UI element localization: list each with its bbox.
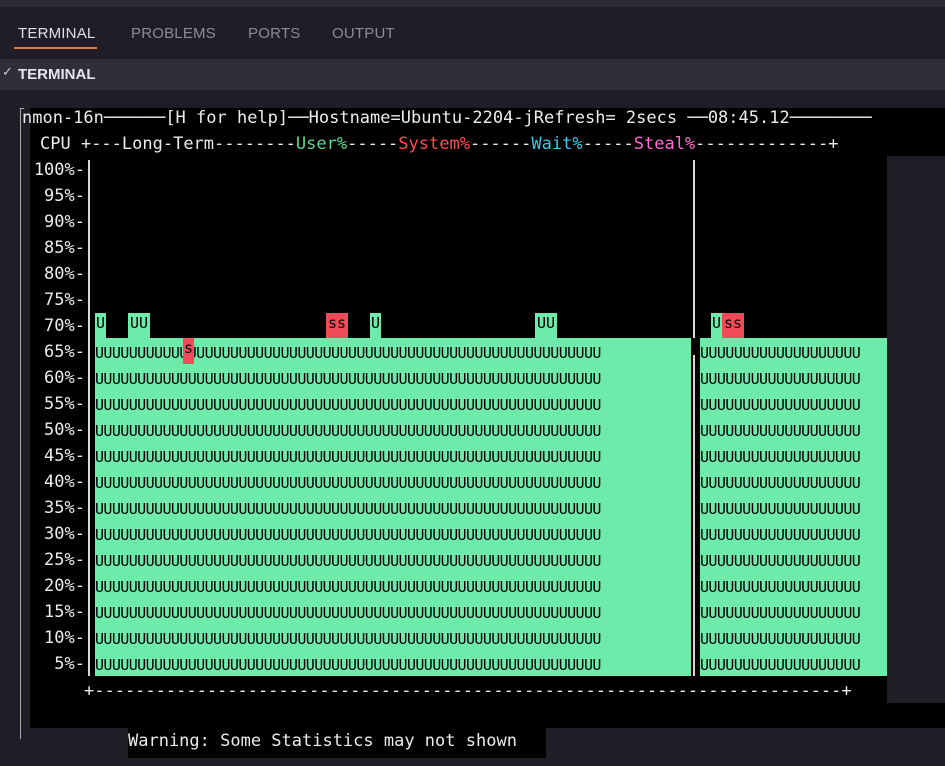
- user-fill-row: UUUUUUUUUUUUUUUUUUU: [700, 630, 861, 648]
- cursor-line-upper: [693, 160, 695, 338]
- y-label: 40%-: [44, 472, 85, 492]
- y-label: 85%-: [44, 238, 85, 258]
- cpu-graph-footer: +---------------------------------------…: [84, 681, 852, 701]
- chevron-down-icon: ✓: [2, 65, 13, 80]
- user-peak: U: [711, 313, 722, 338]
- tab-terminal[interactable]: TERMINAL: [18, 25, 95, 42]
- tab-problems[interactable]: PROBLEMS: [131, 25, 216, 42]
- user-peak: UU: [128, 313, 150, 338]
- user-fill-row: UUUUUUUUUUUUUUUUUUUUUUUUUUUUUUUUUUUUUUUU…: [95, 578, 601, 596]
- y-label: 90%-: [44, 212, 85, 232]
- system-marker: s: [183, 338, 194, 364]
- user-fill-row: UUUUUUUUUUUUUUUUUUU: [700, 578, 861, 596]
- user-fill-row: UUUUUUUUUUUUUUUUUUU: [700, 448, 861, 466]
- user-fill-row: UUUUUUUUUUUUUUUUUUUUUUUUUUUUUUUUUUUUUUUU…: [95, 656, 601, 674]
- y-label: 65%-: [44, 342, 85, 362]
- cursor-line-lower: [693, 355, 695, 676]
- section-title: TERMINAL: [18, 66, 96, 83]
- terminal-section-header[interactable]: ✓ TERMINAL: [0, 59, 945, 90]
- y-label: 15%-: [44, 602, 85, 622]
- user-fill-row: UUUUUUUUUUUUUUUUUUUUUUUUUUUUUUUUUUUUUUUU…: [95, 500, 601, 518]
- user-fill-row: UUUUUUUUUUUUUUUUUUU: [700, 500, 861, 518]
- user-fill-row: UUUUUUUUUUUUUUUUUUU: [700, 604, 861, 622]
- nmon-title: nmon-16n: [22, 108, 104, 128]
- long-term-label: Long-Term: [121, 134, 215, 154]
- nmon-header: nmon-16n──────[H for help]──Hostname=Ubu…: [22, 108, 872, 128]
- user-fill-row: UUUUUUUUUUUUUUUUUUUUUUUUUUUUUUUUUUUUUUUU…: [95, 630, 601, 648]
- system-peak: ss: [326, 313, 348, 338]
- y-label: 100%-: [33, 160, 85, 180]
- tab-ports[interactable]: PORTS: [248, 25, 300, 42]
- y-label: 50%-: [44, 420, 85, 440]
- help-hint: [H for help]: [165, 108, 289, 128]
- user-fill-row: UUUUUUUUUUUUUUUUUUUUUUUUUUUUUUUUUUUUUUUU…: [95, 448, 601, 466]
- y-label: 5%-: [54, 654, 85, 674]
- y-label: 70%-: [44, 316, 85, 336]
- y-axis-line: [88, 160, 90, 676]
- y-label: 30%-: [44, 524, 85, 544]
- user-fill-row: UUUUUUUUUUUUUUUUUUUUUUUUUUUUUUUUUUUUUUUU…: [95, 396, 601, 414]
- user-fill-row: UUUUUUUUUUUUUUUUUUU: [700, 396, 861, 414]
- y-label: 25%-: [44, 550, 85, 570]
- user-fill-row: UUUUUUUUUUUUUUUUUUU: [700, 526, 861, 544]
- legend-user: User%: [295, 134, 348, 154]
- user-fill-row: UUUUUUUUUUUUUUUUUUU: [700, 656, 861, 674]
- cpu-label: CPU: [40, 134, 71, 154]
- user-fill-row: UUUUUUUUUUUUUUUUUUUUUUUUUUUUUUUUUUUUUUUU…: [95, 474, 601, 492]
- user-peak: UU: [535, 313, 557, 338]
- tab-output[interactable]: OUTPUT: [332, 25, 395, 42]
- legend-system: System%: [398, 134, 470, 154]
- user-fill-row: UUUUUUUUUUUUUUUUUUUUUUUUUUUUUUUUUUUUUUUU…: [95, 552, 601, 570]
- y-label: 60%-: [44, 368, 85, 388]
- clock: 08:45.12: [707, 108, 790, 128]
- y-label: 80%-: [44, 264, 85, 284]
- refresh-rate: Refresh= 2secs: [533, 108, 678, 128]
- y-label: 10%-: [44, 628, 85, 648]
- y-label: 35%-: [44, 498, 85, 518]
- user-fill-row: UUUUUUUUUUUUUUUUUUUUUUUUUUUUUUUUUUUUUUUU…: [95, 370, 601, 388]
- y-label: 55%-: [44, 394, 85, 414]
- legend-wait: Wait%: [531, 134, 583, 154]
- user-fill-row: UUUUUUUUUUUUUUUUUUUUUUUUUUUUUUUUUUUUUUUU…: [95, 422, 601, 440]
- hostname: Hostname=Ubuntu-2204-j: [308, 108, 534, 128]
- user-fill-row: UUUUUUUUUUUUUUUUUUU: [700, 422, 861, 440]
- warning-message: Warning: Some Statistics may not shown: [128, 731, 517, 751]
- user-fill-row: UUUUUUUUUUUUUUUUUUU: [700, 474, 861, 492]
- top-border: [0, 0, 945, 7]
- y-label: 75%-: [44, 290, 85, 310]
- legend-steal: Steal%: [633, 134, 696, 154]
- cpu-graph-header: CPU +---Long-Term--------User%-----Syste…: [40, 134, 839, 154]
- user-peak: U: [370, 313, 381, 338]
- user-fill-row: UUUUUUUUUUUUUUUUUUU: [700, 552, 861, 570]
- active-tab-indicator: [14, 47, 97, 49]
- user-peak: U: [95, 313, 106, 338]
- user-fill-row: UUUUUUUUUUUUUUUUUUU: [700, 344, 861, 362]
- right-gutter: [887, 156, 945, 703]
- y-label: 95%-: [44, 186, 85, 206]
- user-fill-row: UUUUUUUUUUUUUUUUUUUUUUUUUUUUUUUUUUUUUUUU…: [95, 526, 601, 544]
- system-peak: ss: [722, 313, 744, 338]
- user-fill-row: UUUUUUUUUUUUUUUUUUUUUUUUUUUUUUUUUUUUUUUU…: [95, 604, 601, 622]
- panel-tab-bar: TERMINAL PROBLEMS PORTS OUTPUT: [0, 7, 945, 58]
- y-label: 20%-: [44, 576, 85, 596]
- y-label: 45%-: [44, 446, 85, 466]
- user-fill-row: UUUUUUUUUUUUUUUUUUU: [700, 370, 861, 388]
